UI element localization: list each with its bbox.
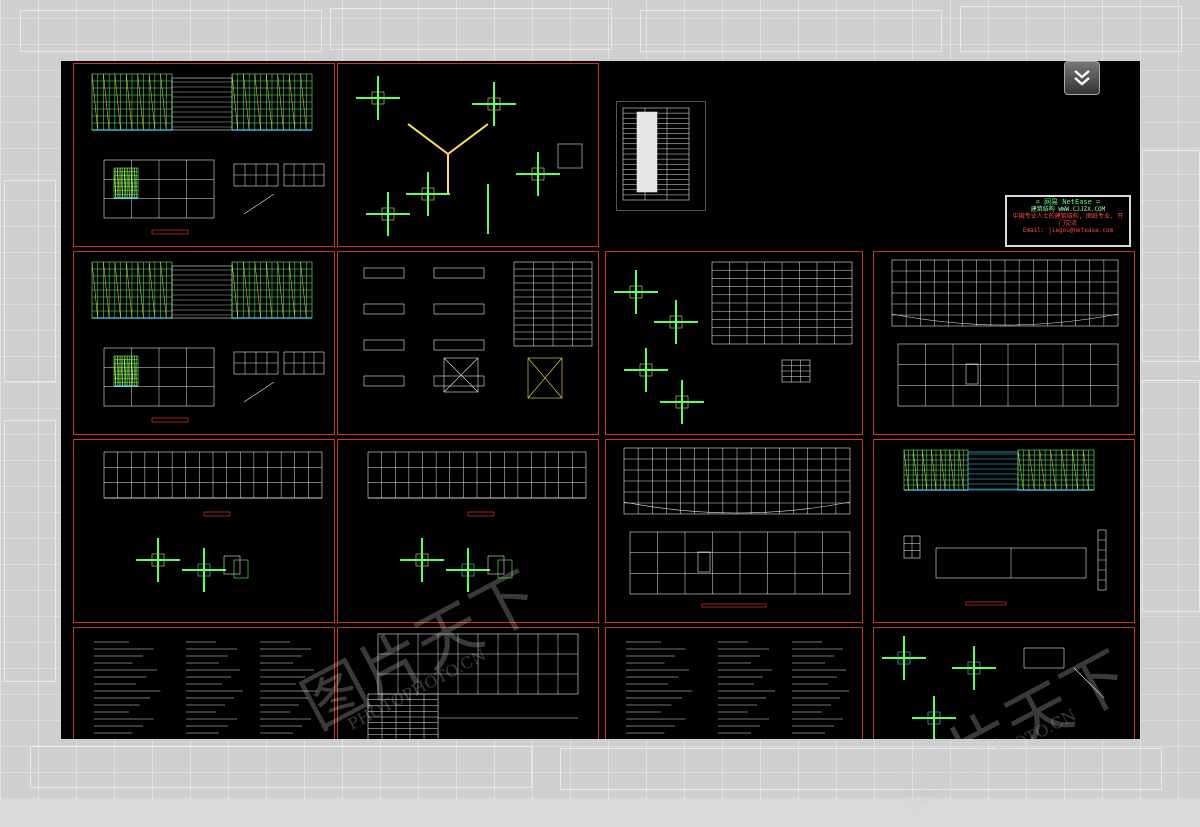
ghost-frame — [640, 10, 942, 52]
drawing-sheet-graphic — [622, 107, 690, 201]
drawing-sheet[interactable] — [337, 251, 599, 435]
drawing-sheet-graphic — [891, 259, 1119, 407]
drawing-sheet-graphic — [103, 451, 323, 592]
ghost-frame — [30, 746, 532, 788]
drawing-sheet[interactable] — [73, 63, 335, 247]
ghost-frame — [4, 420, 56, 682]
drawing-sheet[interactable] — [616, 101, 706, 211]
drawing-sheet[interactable] — [873, 627, 1135, 739]
double-chevron-down-icon — [1074, 70, 1090, 86]
drawing-sheet[interactable] — [337, 627, 599, 739]
ghost-frame — [1142, 150, 1200, 362]
ghost-frame — [4, 180, 56, 382]
drawing-sheet-graphic — [363, 261, 593, 399]
title-block-line3: Email: jiegou@netease.com — [1022, 227, 1114, 234]
drawing-sheet-graphic — [91, 261, 325, 423]
drawing-sheet[interactable] — [73, 627, 335, 739]
drawing-sheet[interactable] — [337, 63, 599, 247]
drawing-sheet[interactable] — [873, 251, 1135, 435]
drawing-sheet[interactable] — [73, 439, 335, 623]
ghost-frame — [560, 748, 1162, 790]
drawing-sheet-graphic — [903, 449, 1107, 606]
ghost-frame — [330, 8, 612, 50]
title-block: = 网易 NetEase = 建筑结构 WWW.CJJZX.COM 中国专业人士… — [1005, 195, 1131, 247]
title-block-line2: 中国专业人士的建筑结构, 图纸专业, 开门交流 — [1012, 213, 1124, 227]
drawing-sheet-graphic — [882, 636, 1105, 739]
cad-sheet[interactable]: = 网易 NetEase = 建筑结构 WWW.CJJZX.COM 中国专业人士… — [61, 61, 1140, 739]
drawing-sheet[interactable] — [605, 627, 863, 739]
collapse-button[interactable] — [1064, 61, 1100, 95]
drawing-sheet-graphic — [367, 451, 587, 592]
ghost-frame — [960, 6, 1182, 52]
ghost-frame — [20, 10, 322, 52]
ghost-frame — [1142, 380, 1200, 612]
drawing-sheet-graphic — [94, 641, 317, 734]
drawing-sheet-graphic — [91, 73, 325, 235]
drawing-sheet[interactable] — [337, 439, 599, 623]
title-block-title: = 网易 NetEase = — [1035, 198, 1101, 206]
drawing-sheet-graphic — [623, 447, 851, 608]
drawing-sheet-graphic — [614, 261, 853, 424]
drawing-sheet-graphic — [356, 76, 583, 236]
title-block-line1: 建筑结构 WWW.CJJZX.COM — [1030, 206, 1106, 213]
drawing-sheet[interactable] — [73, 251, 335, 435]
drawing-sheet-graphic — [367, 633, 579, 739]
drawing-sheet[interactable] — [605, 439, 863, 623]
drawing-sheet[interactable] — [605, 251, 863, 435]
drawing-sheet[interactable] — [873, 439, 1135, 623]
drawing-sheet-graphic — [626, 641, 849, 734]
